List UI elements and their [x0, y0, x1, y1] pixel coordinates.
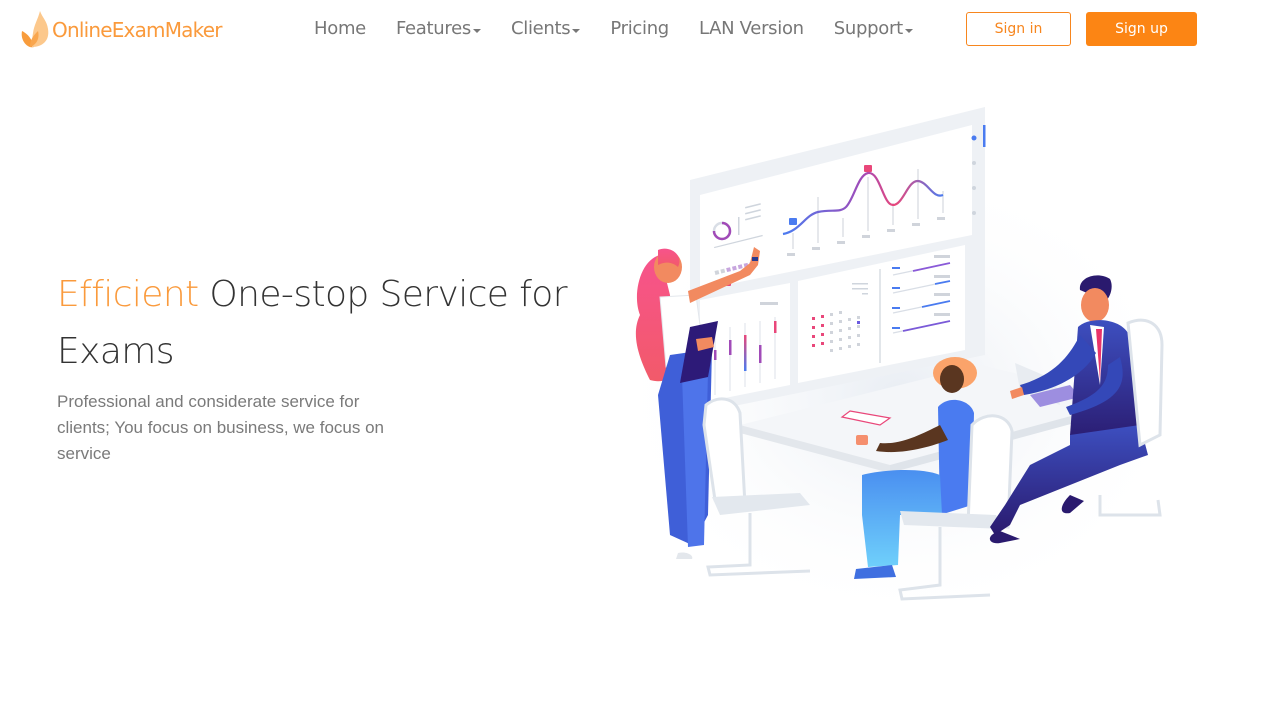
- nav-pricing[interactable]: Pricing: [610, 18, 669, 39]
- brand-logo[interactable]: OnlineExamMaker: [18, 10, 222, 50]
- nav-clients[interactable]: Clients: [510, 18, 581, 39]
- team-dashboard-illustration: [610, 107, 1190, 625]
- hero-title: Efficient One-stop Service for Exams: [57, 266, 597, 380]
- brand-name: OnlineExamMaker: [52, 18, 222, 42]
- nav-home-label: Home: [314, 18, 366, 39]
- nav-support[interactable]: Support: [834, 18, 913, 39]
- nav-features-label: Features: [395, 18, 471, 39]
- navbar: OnlineExamMaker Home Features Clients Pr…: [0, 0, 1276, 62]
- main-nav: Home Features Clients Pricing LAN Versio…: [314, 18, 943, 39]
- coffee-cup: [856, 435, 868, 445]
- nav-lan-version[interactable]: LAN Version: [699, 18, 804, 39]
- caret-down-icon: [472, 28, 481, 33]
- hero-title-accent: Efficient: [57, 274, 199, 315]
- nav-support-label: Support: [833, 18, 903, 39]
- pager-dot-active: [971, 135, 977, 141]
- scroll-indicator: [983, 125, 986, 147]
- sign-in-button[interactable]: Sign in: [966, 12, 1071, 46]
- nav-home[interactable]: Home: [314, 18, 366, 39]
- leaf-logo-icon: [18, 11, 52, 49]
- caret-down-icon: [904, 28, 913, 33]
- caret-down-icon: [572, 28, 581, 33]
- hero-subtitle: Professional and considerate service for…: [57, 392, 384, 463]
- nav-clients-label: Clients: [510, 18, 571, 39]
- nav-lan-version-label: LAN Version: [698, 18, 804, 39]
- nav-features[interactable]: Features: [396, 18, 481, 39]
- sign-up-button[interactable]: Sign up: [1086, 12, 1197, 46]
- hero-illustration: [600, 95, 1200, 625]
- nav-pricing-label: Pricing: [610, 18, 669, 39]
